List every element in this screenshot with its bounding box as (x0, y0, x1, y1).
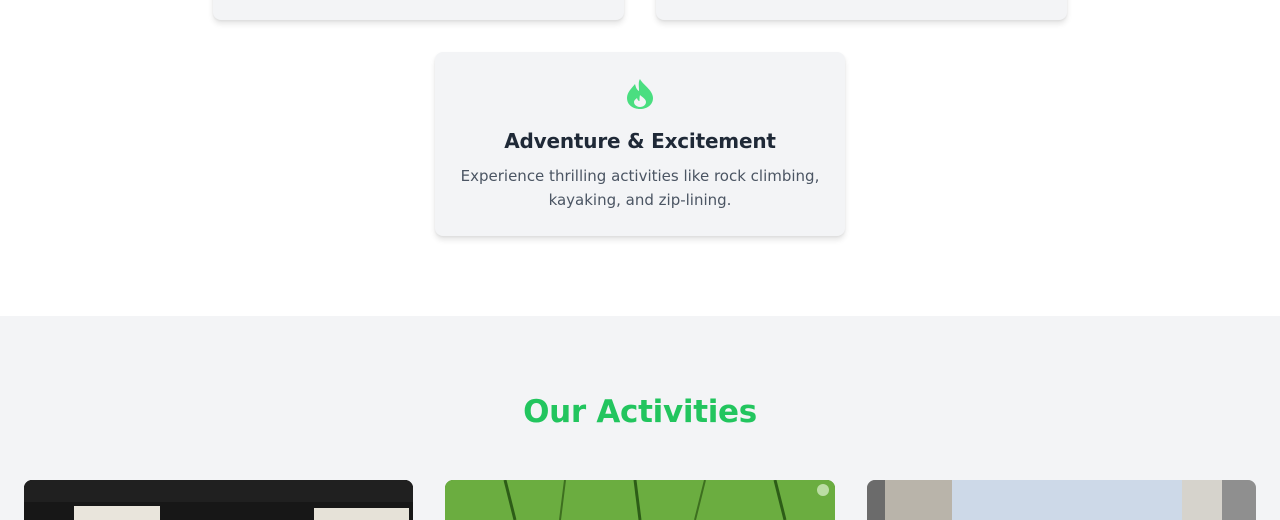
activity-image-1 (24, 480, 413, 520)
page: Adventure & Excitement Experience thrill… (0, 0, 1280, 520)
feature-card-partial-left (213, 0, 624, 20)
activities-section: Our Activities (0, 316, 1280, 520)
fire-icon (626, 78, 654, 110)
activity-card-1[interactable] (24, 480, 413, 520)
feature-title: Adventure & Excitement (504, 129, 776, 153)
feature-description: Experience thrilling activities like roc… (460, 167, 820, 209)
features-section: Adventure & Excitement Experience thrill… (0, 0, 1280, 316)
feature-card-adventure: Adventure & Excitement Experience thrill… (435, 52, 845, 236)
activity-card-3[interactable] (867, 480, 1256, 520)
feature-card-partial-right (656, 0, 1067, 20)
activity-card-2[interactable] (445, 480, 835, 520)
activity-image-3 (867, 480, 1256, 520)
activity-image-2 (445, 480, 835, 520)
activities-heading: Our Activities (523, 394, 757, 430)
